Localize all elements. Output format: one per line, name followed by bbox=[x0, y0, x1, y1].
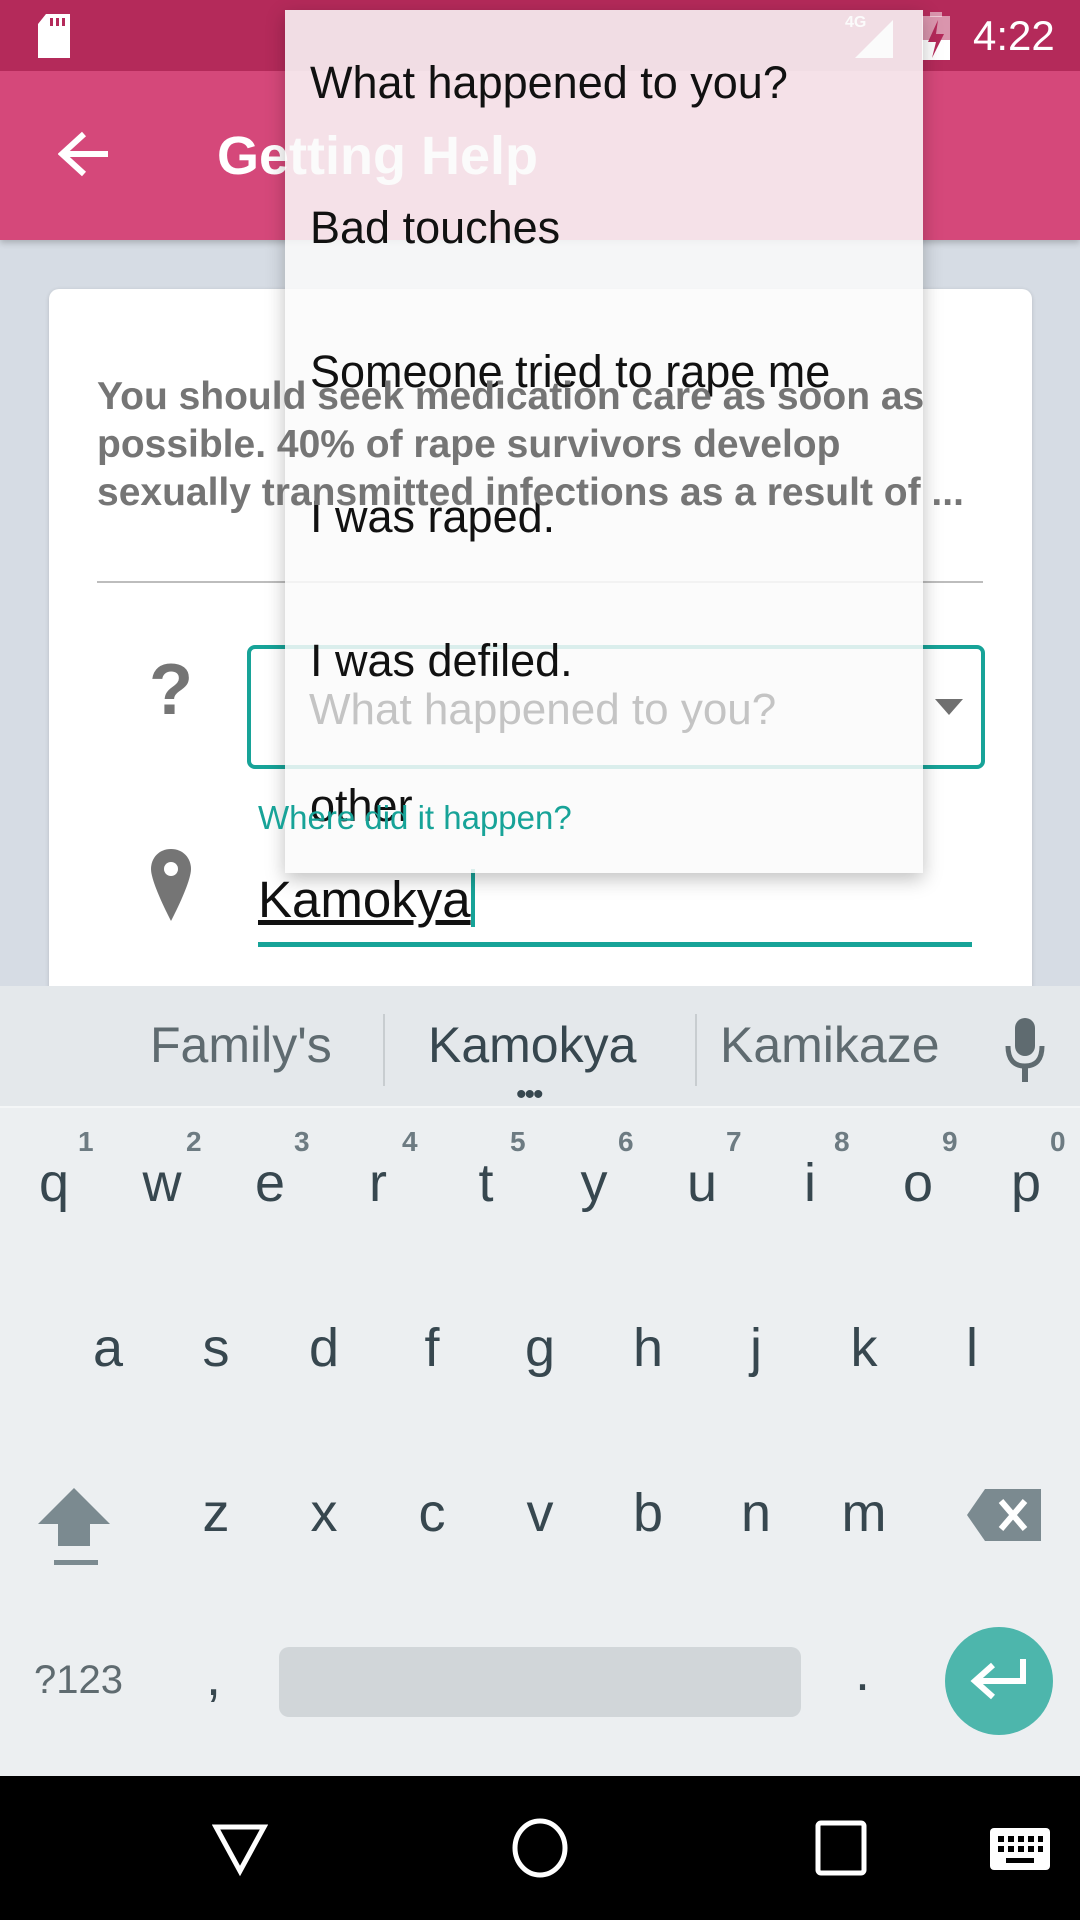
key-d[interactable]: d bbox=[284, 1317, 364, 1379]
key-hint: 1 bbox=[78, 1126, 94, 1157]
comma-key[interactable]: , bbox=[206, 1646, 221, 1708]
question-icon: ? bbox=[149, 650, 193, 730]
key-i[interactable]: i bbox=[770, 1152, 850, 1214]
key-a[interactable]: a bbox=[68, 1317, 148, 1379]
dropdown-option[interactable]: Bad touches bbox=[310, 156, 910, 300]
key-hint: 0 bbox=[1050, 1126, 1066, 1157]
back-icon[interactable] bbox=[212, 1821, 268, 1877]
key-j[interactable]: j bbox=[716, 1317, 796, 1379]
shift-icon[interactable] bbox=[38, 1488, 110, 1568]
key-x[interactable]: x bbox=[284, 1482, 364, 1544]
enter-icon bbox=[970, 1659, 1026, 1700]
key-f[interactable]: f bbox=[392, 1317, 472, 1379]
location-underline bbox=[258, 942, 972, 947]
navigation-bar bbox=[0, 1776, 1080, 1920]
more-suggestions-icon[interactable]: ••• bbox=[516, 1078, 543, 1112]
symbols-key[interactable]: ?123 bbox=[34, 1658, 123, 1703]
map-pin-icon bbox=[151, 849, 191, 921]
key-o[interactable]: o bbox=[878, 1152, 958, 1214]
key-k[interactable]: k bbox=[824, 1317, 904, 1379]
key-hint: 2 bbox=[186, 1126, 202, 1157]
location-value: Kamokya bbox=[258, 871, 471, 928]
dropdown-arrow-icon bbox=[935, 699, 963, 715]
sd-card-icon bbox=[38, 14, 70, 58]
dropdown-option[interactable]: What happened to you? bbox=[310, 11, 910, 155]
key-hint: 7 bbox=[726, 1126, 742, 1157]
key-z[interactable]: z bbox=[176, 1482, 256, 1544]
key-q[interactable]: q bbox=[14, 1152, 94, 1214]
enter-key[interactable] bbox=[945, 1627, 1053, 1735]
key-v[interactable]: v bbox=[500, 1482, 580, 1544]
recents-icon[interactable] bbox=[815, 1820, 867, 1876]
arrow-left-icon[interactable] bbox=[58, 131, 110, 177]
key-hint: 5 bbox=[510, 1126, 526, 1157]
keyboard-switch-icon[interactable] bbox=[990, 1828, 1050, 1870]
key-y[interactable]: y bbox=[554, 1152, 634, 1214]
key-l[interactable]: l bbox=[932, 1317, 1012, 1379]
period-key[interactable]: . bbox=[855, 1641, 870, 1703]
clock: 4:22 bbox=[973, 12, 1055, 59]
key-hint: 8 bbox=[834, 1126, 850, 1157]
key-t[interactable]: t bbox=[446, 1152, 526, 1214]
info-text: You should seek medication care as soon … bbox=[97, 375, 964, 514]
suggestion-item[interactable]: Kamokya bbox=[428, 1016, 636, 1074]
home-icon[interactable] bbox=[510, 1817, 570, 1879]
space-bar[interactable] bbox=[279, 1647, 801, 1717]
suggestion-item[interactable]: Family's bbox=[150, 1016, 332, 1074]
key-g[interactable]: g bbox=[500, 1317, 580, 1379]
key-b[interactable]: b bbox=[608, 1482, 688, 1544]
spinner-placeholder: What happened to you? bbox=[309, 685, 777, 734]
key-hint: 9 bbox=[942, 1126, 958, 1157]
text-cursor bbox=[470, 869, 475, 927]
key-e[interactable]: e bbox=[230, 1152, 310, 1214]
suggestion-strip: Family's Kamokya Kamikaze ••• bbox=[0, 986, 1080, 1111]
location-input[interactable]: Kamokya bbox=[258, 869, 475, 929]
microphone-icon[interactable] bbox=[1005, 1018, 1045, 1084]
key-h[interactable]: h bbox=[608, 1317, 688, 1379]
key-s[interactable]: s bbox=[176, 1317, 256, 1379]
keyboard: Family's Kamokya Kamikaze ••• qwertyuiop… bbox=[0, 986, 1080, 1776]
key-hint: 4 bbox=[402, 1126, 418, 1157]
key-r[interactable]: r bbox=[338, 1152, 418, 1214]
location-label: Where did it happen? bbox=[258, 799, 572, 836]
key-hint: 6 bbox=[618, 1126, 634, 1157]
suggestion-item[interactable]: Kamikaze bbox=[720, 1016, 940, 1074]
key-c[interactable]: c bbox=[392, 1482, 472, 1544]
key-p[interactable]: p bbox=[986, 1152, 1066, 1214]
key-n[interactable]: n bbox=[716, 1482, 796, 1544]
separator bbox=[695, 1014, 697, 1086]
battery-charging-icon bbox=[922, 12, 950, 60]
separator bbox=[383, 1014, 385, 1086]
key-hint: 3 bbox=[294, 1126, 310, 1157]
key-m[interactable]: m bbox=[824, 1482, 904, 1544]
key-w[interactable]: w bbox=[122, 1152, 202, 1214]
backspace-icon[interactable] bbox=[967, 1489, 1041, 1541]
key-u[interactable]: u bbox=[662, 1152, 742, 1214]
